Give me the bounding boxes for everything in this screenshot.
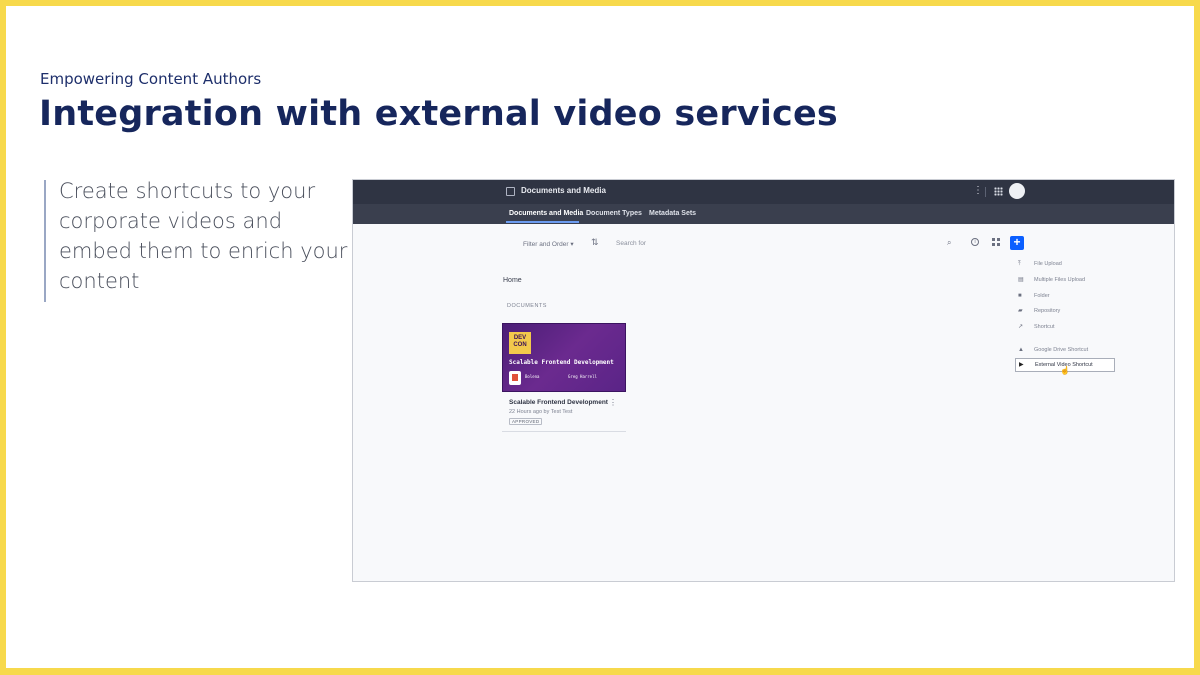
tab-metadata-sets[interactable]: Metadata Sets: [649, 210, 696, 217]
document-card[interactable]: DEV CON Scalable Frontend Development Bo…: [502, 323, 626, 433]
pointer-cursor-icon: ☝: [1060, 366, 1070, 375]
menu-item-folder[interactable]: ■ Folder: [1015, 290, 1115, 304]
devcon-logo: DEV CON: [509, 332, 531, 354]
display-style-cards-icon[interactable]: [992, 238, 1000, 246]
card-thumbnail[interactable]: DEV CON Scalable Frontend Development Bo…: [502, 323, 626, 392]
google-drive-icon: ▲: [1018, 347, 1024, 353]
menu-item-shortcut[interactable]: ↗ Shortcut: [1015, 321, 1115, 335]
app-title: Documents and Media: [521, 186, 606, 195]
avatar[interactable]: [1009, 183, 1025, 199]
apps-grid-icon[interactable]: [994, 187, 1003, 196]
video-icon: ▶: [1019, 362, 1024, 368]
filter-label: Filter and Order: [523, 241, 569, 248]
card-title[interactable]: Scalable Frontend Development: [509, 399, 608, 406]
card-actions-icon[interactable]: ⋮: [609, 398, 617, 407]
filter-and-order-dropdown[interactable]: Filter and Order ▾: [523, 240, 574, 248]
slide-title: Integration with external video services: [39, 94, 838, 134]
slide: Empowering Content Authors Integration w…: [6, 6, 1194, 668]
app-screenshot: Documents and Media ⋮ Documents and Medi…: [352, 179, 1175, 582]
tab-documents-and-media[interactable]: Documents and Media: [509, 210, 583, 217]
sort-icon[interactable]: ⇅: [591, 237, 599, 248]
app-topbar: Documents and Media ⋮: [353, 180, 1174, 204]
active-tab-indicator: [506, 221, 579, 223]
search-icon[interactable]: ⌕: [947, 238, 951, 248]
shortcut-icon: ↗: [1018, 324, 1024, 330]
tab-document-types[interactable]: Document Types: [586, 210, 642, 217]
divider: [502, 431, 626, 432]
menu-item-label: Repository: [1034, 308, 1061, 314]
menu-item-label: Multiple Files Upload: [1034, 277, 1086, 283]
slide-kicker: Empowering Content Authors: [40, 70, 262, 88]
files-icon: ▤: [1018, 277, 1024, 283]
menu-item-repository[interactable]: ▰ Repository: [1015, 305, 1115, 319]
kebab-menu-icon[interactable]: ⋮: [973, 185, 983, 196]
tabs-bar: Documents and Media Document Types Metad…: [353, 204, 1174, 224]
upload-icon: ⤒: [1018, 261, 1021, 267]
menu-item-label: Google Drive Shortcut: [1034, 347, 1089, 353]
menu-item-label: File Upload: [1034, 261, 1062, 267]
sidebar-toggle-icon[interactable]: [506, 187, 515, 196]
section-label: DOCUMENTS: [507, 303, 547, 309]
menu-item-file-upload[interactable]: ⤒ File Upload: [1015, 258, 1115, 272]
menu-item-multiple-files-upload[interactable]: ▤ Multiple Files Upload: [1015, 274, 1115, 288]
quote-bar: [44, 180, 46, 302]
document-icon: [509, 371, 521, 385]
add-button[interactable]: +: [1010, 236, 1024, 250]
search-input[interactable]: Search for: [616, 240, 646, 247]
divider: [985, 187, 986, 197]
card-meta: 22 Hours ago by Test Test: [509, 409, 573, 415]
folder-icon: ■: [1018, 293, 1022, 299]
slide-body: Create shortcuts to your corporate video…: [59, 179, 348, 293]
breadcrumb[interactable]: Home: [503, 277, 522, 284]
menu-item-label: Folder: [1034, 293, 1050, 299]
speaker-2: Greg Harrell: [568, 374, 597, 379]
info-icon[interactable]: i: [971, 238, 979, 246]
speaker-1: Bolena: [525, 374, 540, 379]
status-badge: APPROVED: [509, 418, 543, 425]
menu-item-label: Shortcut: [1034, 324, 1055, 330]
repository-icon: ▰: [1018, 308, 1023, 314]
menu-item-google-drive-shortcut[interactable]: ▲ Google Drive Shortcut: [1015, 344, 1115, 358]
thumbnail-title: Scalable Frontend Development: [509, 359, 614, 366]
